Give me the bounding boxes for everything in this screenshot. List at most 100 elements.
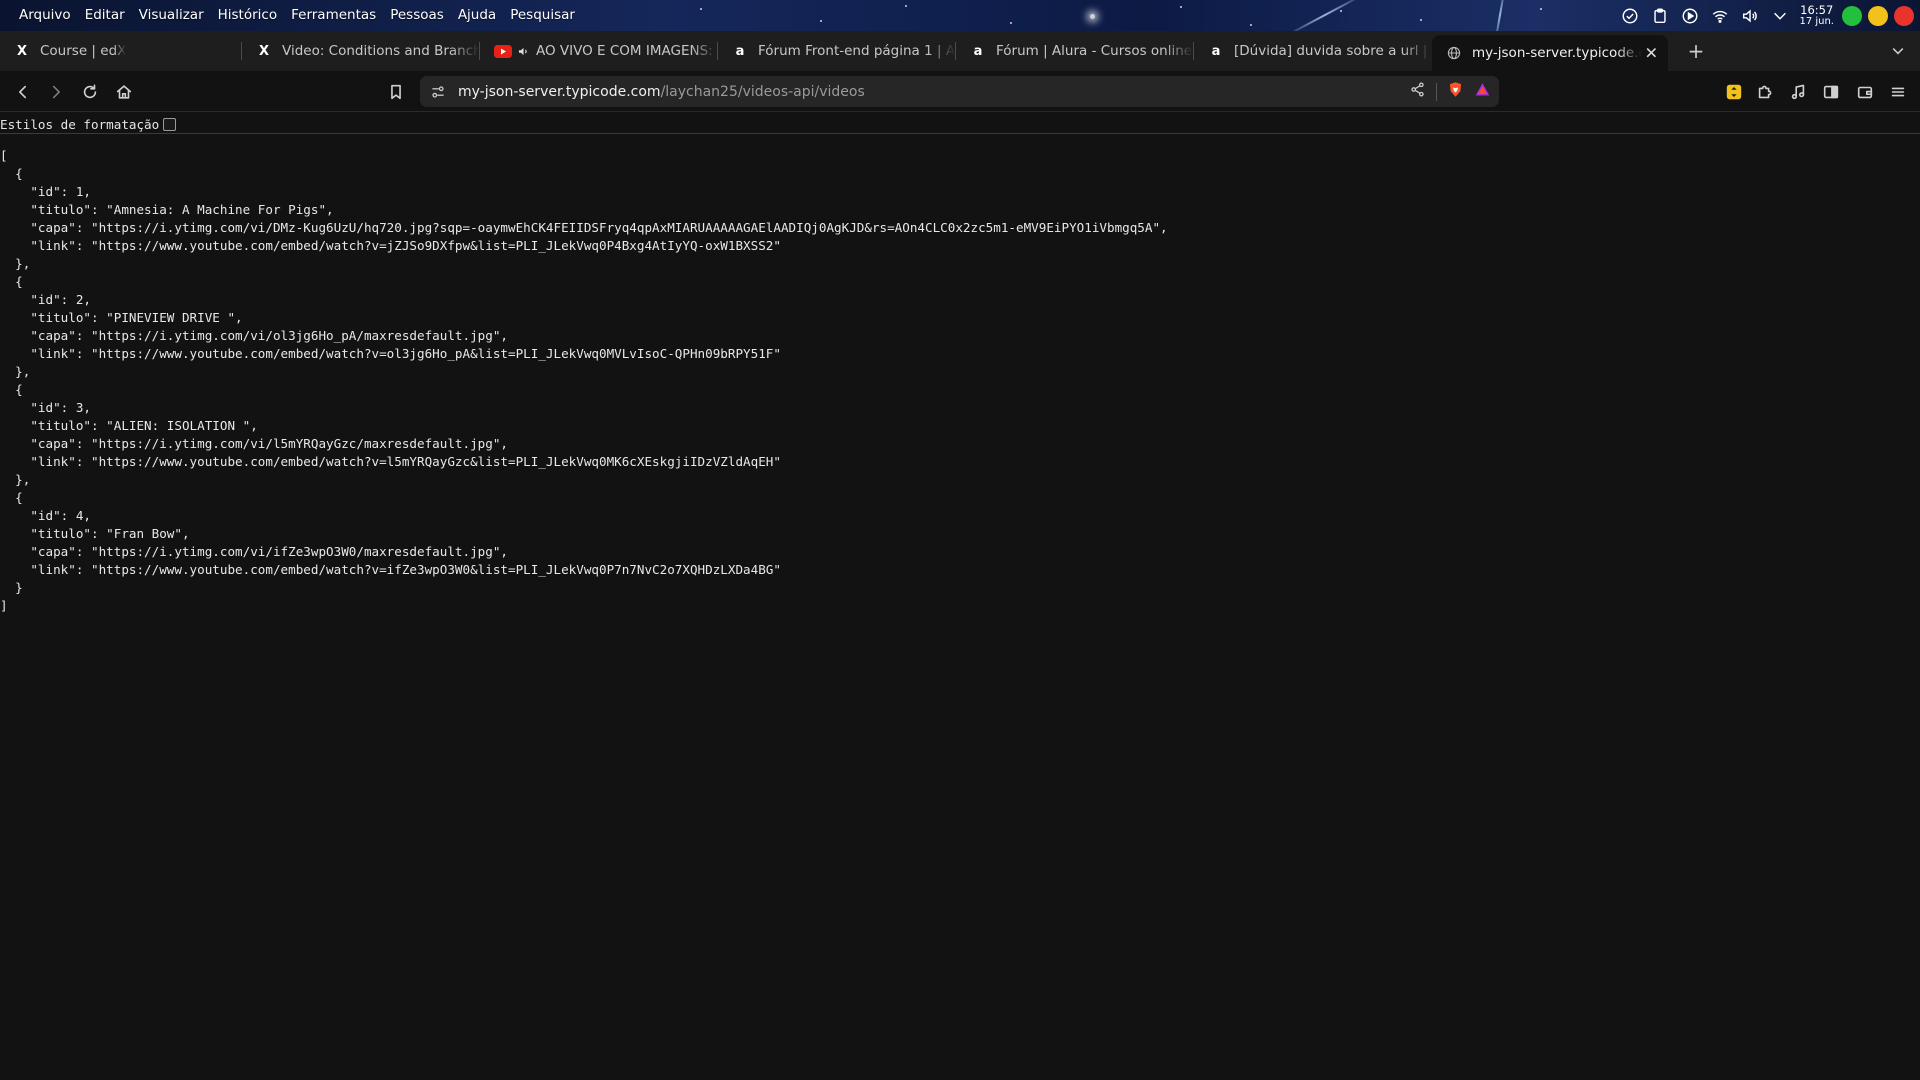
speaker-icon[interactable] — [516, 43, 530, 59]
system-clock[interactable]: 16:57 17 jun. — [1795, 2, 1842, 27]
wallet-button[interactable] — [1852, 79, 1878, 105]
tab-video-conditions[interactable]: X Video: Conditions and Branching — [242, 31, 480, 71]
media-button[interactable] — [1785, 79, 1811, 105]
tab-list-button[interactable] — [1890, 31, 1906, 71]
menu-arquivo[interactable]: Arquivo — [12, 0, 78, 31]
wallpaper-star — [1180, 6, 1182, 8]
chevron-down-icon[interactable] — [1765, 0, 1795, 31]
wallpaper-star — [1250, 24, 1252, 26]
menu-editar[interactable]: Editar — [78, 0, 132, 31]
hamburger-icon — [1891, 87, 1905, 97]
tab-title: my-json-server.typicode.com — [1472, 45, 1642, 61]
divider — [0, 133, 1920, 134]
clock-time: 16:57 — [1800, 2, 1834, 17]
music-note-icon — [1791, 84, 1805, 100]
youtube-icon — [494, 43, 512, 59]
tab-title: [Dúvida] duvida sobre a url | Re — [1234, 43, 1432, 59]
extension-button[interactable] — [1721, 79, 1747, 105]
minimize-window-button[interactable] — [1868, 5, 1888, 26]
url-host: my-json-server.typicode.com — [458, 83, 661, 100]
brave-shields-icon[interactable] — [1447, 81, 1464, 102]
sidebar-icon — [1823, 85, 1839, 99]
sidebar-button[interactable] — [1818, 79, 1844, 105]
check-circle-icon[interactable] — [1615, 0, 1645, 31]
url-divider — [1436, 82, 1437, 101]
alura-icon: a — [735, 43, 745, 59]
chevron-down-icon — [1892, 48, 1904, 55]
tab-title: Fórum | Alura - Cursos online de — [996, 43, 1194, 59]
close-window-button[interactable] — [1894, 5, 1914, 26]
extensions-button[interactable] — [1752, 79, 1778, 105]
page-content: Estilos de formatação [ { "id": 1, "titu… — [0, 113, 1920, 1080]
globe-icon — [1446, 45, 1462, 61]
url-path: /laychan25/videos-api/videos — [660, 83, 865, 100]
clipboard-icon[interactable] — [1645, 0, 1675, 31]
wallpaper-star — [1090, 14, 1095, 19]
menu-historico[interactable]: Histórico — [211, 0, 284, 31]
system-tray: 16:57 17 jun. — [1615, 0, 1920, 31]
site-info-icon[interactable] — [420, 84, 456, 100]
tab-strip: X Course | edX X Video: Conditions and B… — [0, 31, 1920, 71]
tab-forum-alura[interactable]: a Fórum | Alura - Cursos online de — [956, 31, 1194, 71]
wallpaper-meteor — [1284, 0, 1366, 31]
brave-rewards-icon[interactable] — [1474, 81, 1491, 102]
tab-title: AO VIVO E COM IMAGENS: A — [536, 43, 718, 59]
back-button[interactable] — [10, 79, 36, 105]
os-top-bar: Arquivo Editar Visualizar Histórico Ferr… — [0, 0, 1920, 31]
app-menu-bar: Arquivo Editar Visualizar Histórico Ferr… — [12, 0, 582, 31]
tab-youtube-live[interactable]: AO VIVO E COM IMAGENS: A — [480, 31, 718, 71]
wallpaper-star — [1540, 8, 1542, 10]
media-play-icon[interactable] — [1675, 0, 1705, 31]
menu-ajuda[interactable]: Ajuda — [451, 0, 503, 31]
browser-toolbar: my-json-server.typicode.com/laychan25/vi… — [0, 71, 1920, 112]
arrow-left-icon — [19, 85, 27, 99]
wallpaper-star — [820, 20, 822, 22]
edx-icon: X — [16, 43, 28, 59]
tab-title: Video: Conditions and Branching — [282, 43, 480, 59]
wallpaper-star — [700, 8, 702, 10]
home-button[interactable] — [111, 79, 137, 105]
wallpaper-meteor — [1493, 0, 1507, 31]
wallpaper-star — [1010, 22, 1012, 24]
menu-pessoas[interactable]: Pessoas — [383, 0, 451, 31]
forward-button[interactable] — [43, 79, 69, 105]
wallpaper-star — [1420, 19, 1422, 21]
pretty-print-toggle[interactable]: Estilos de formatação — [0, 115, 177, 133]
arrow-right-icon — [52, 85, 60, 99]
bookmark-button[interactable] — [383, 79, 409, 105]
maximize-window-button[interactable] — [1842, 5, 1862, 26]
home-icon — [116, 85, 132, 99]
menu-visualizar[interactable]: Visualizar — [132, 0, 211, 31]
tab-course-edx[interactable]: X Course | edX — [0, 31, 242, 71]
address-bar[interactable]: my-json-server.typicode.com/laychan25/vi… — [420, 76, 1499, 107]
tab-title: Course | edX — [40, 43, 127, 59]
bookmark-icon — [391, 84, 401, 100]
new-tab-button[interactable]: + — [1681, 31, 1711, 71]
tab-duvida-url[interactable]: a [Dúvida] duvida sobre a url | Re — [1194, 31, 1432, 71]
alura-icon: a — [1211, 43, 1221, 59]
share-icon[interactable] — [1409, 81, 1426, 102]
puzzle-icon — [1758, 85, 1772, 99]
wallet-icon — [1857, 86, 1873, 99]
clock-date: 17 jun. — [1799, 15, 1834, 27]
tab-title: Fórum Front-end página 1 | Alura — [758, 43, 956, 59]
wifi-icon[interactable] — [1705, 0, 1735, 31]
close-tab-icon[interactable]: ✕ — [1645, 44, 1658, 63]
reload-icon — [83, 84, 97, 99]
main-menu-button[interactable] — [1885, 79, 1911, 105]
volume-icon[interactable] — [1735, 0, 1765, 31]
reload-button[interactable] — [77, 79, 103, 105]
wallpaper-star — [905, 5, 907, 7]
extension-yellow-icon — [1726, 84, 1742, 100]
alura-icon: a — [973, 43, 983, 59]
wallpaper-star — [1340, 10, 1342, 12]
menu-pesquisar[interactable]: Pesquisar — [503, 0, 582, 31]
pretty-print-label: Estilos de formatação — [0, 116, 160, 132]
url-text[interactable]: my-json-server.typicode.com/laychan25/vi… — [458, 84, 865, 100]
edx-icon: X — [258, 43, 270, 59]
tab-forum-front-end[interactable]: a Fórum Front-end página 1 | Alura — [718, 31, 956, 71]
pretty-print-checkbox[interactable] — [163, 117, 177, 131]
json-response-body: [ { "id": 1, "titulo": "Amnesia: A Machi… — [0, 148, 1168, 613]
menu-ferramentas[interactable]: Ferramentas — [284, 0, 383, 31]
tab-my-json-server[interactable]: my-json-server.typicode.com ✕ — [1432, 35, 1668, 71]
